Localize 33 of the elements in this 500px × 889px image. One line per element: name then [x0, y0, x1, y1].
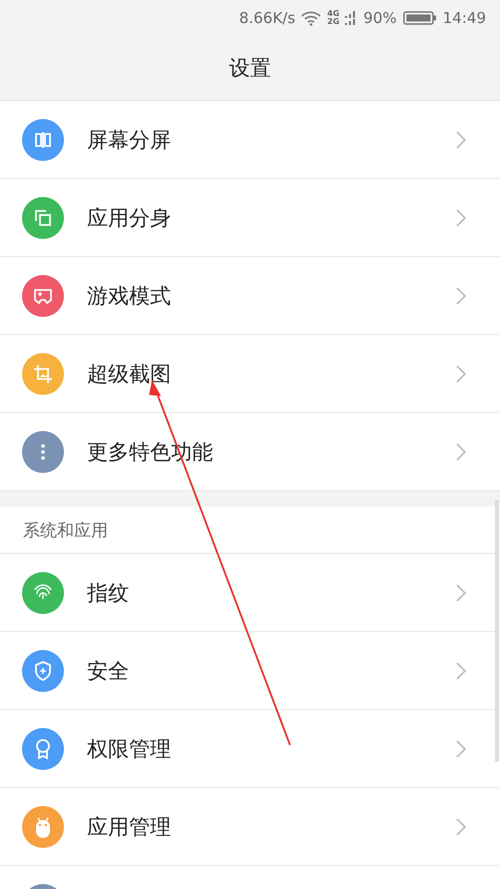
network-speed: 8.66K/s: [239, 9, 296, 27]
clock-time: 14:49: [442, 9, 486, 27]
row-label: 应用分身: [87, 204, 172, 232]
row-label: 安全: [87, 658, 130, 684]
settings-row[interactable]: 应用分身: [0, 179, 500, 257]
row-label: 屏幕分屏: [87, 126, 172, 154]
chevron-icon: [456, 740, 466, 758]
row-label: 指纹: [87, 580, 130, 606]
signal-icon: [345, 10, 358, 26]
scrollbar[interactable]: [495, 500, 499, 762]
row-label: 权限管理: [87, 736, 172, 762]
settings-row[interactable]: 应用管理: [0, 788, 500, 866]
settings-row[interactable]: 超级截图: [0, 335, 500, 413]
row-label: 应用管理: [87, 814, 172, 840]
chevron-icon: [456, 286, 466, 304]
network-type: 4G: [327, 10, 340, 18]
chevron-icon: [456, 364, 466, 382]
row-label: 超级截图: [87, 360, 172, 388]
settings-row[interactable]: 屏幕分屏: [0, 101, 500, 179]
settings-row[interactable]: 游戏模式: [0, 257, 500, 335]
chevron-icon: [456, 130, 466, 148]
settings-row[interactable]: 权限管理: [0, 710, 500, 788]
chevron-icon: [456, 584, 466, 602]
wifi-icon: [301, 10, 322, 26]
battery-percent: 90%: [363, 9, 397, 27]
chevron-icon: [456, 208, 466, 226]
battery-icon: [402, 10, 437, 26]
network-type: 2G: [327, 18, 340, 26]
chevron-icon: [456, 442, 466, 460]
chevron-icon: [456, 662, 466, 680]
row-label: 游戏模式: [87, 282, 172, 310]
page-title: 设置: [229, 55, 271, 82]
chevron-icon: [456, 818, 466, 836]
